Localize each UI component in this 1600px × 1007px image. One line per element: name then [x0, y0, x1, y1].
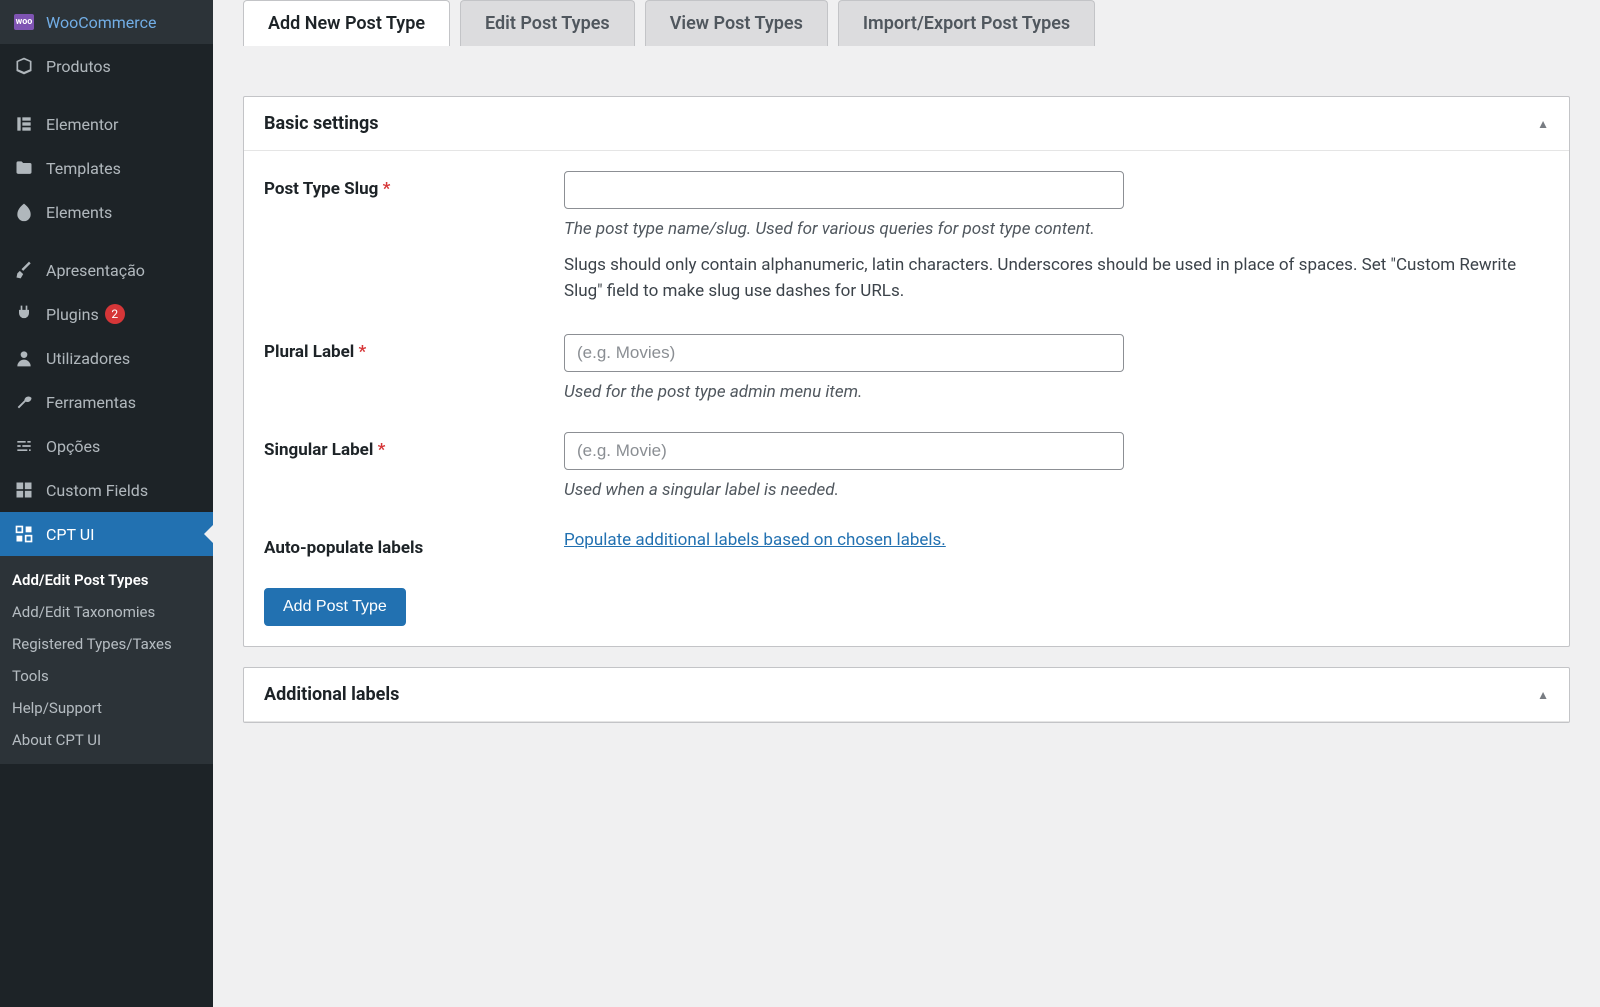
tab-view-post-types[interactable]: View Post Types — [645, 0, 828, 46]
sidebar-item-label: Ferramentas — [46, 393, 136, 412]
tab-import-export-post-types[interactable]: Import/Export Post Types — [838, 0, 1095, 46]
field-control: Used for the post type admin menu item. — [564, 334, 1549, 402]
sidebar-sub-registered-types-taxes[interactable]: Registered Types/Taxes — [0, 628, 213, 660]
sidebar-item-templates[interactable]: Templates — [0, 146, 213, 190]
field-help: Used when a singular label is needed. — [564, 480, 1549, 500]
sidebar-submenu: Add/Edit Post Types Add/Edit Taxonomies … — [0, 556, 213, 764]
tab-add-new-post-type[interactable]: Add New Post Type — [243, 0, 450, 46]
plugins-update-badge: 2 — [105, 304, 125, 324]
field-label: Post Type Slug * — [264, 171, 534, 199]
woocommerce-icon: woo — [12, 10, 36, 34]
required-indicator: * — [359, 342, 367, 362]
sidebar-item-label: WooCommerce — [46, 13, 156, 32]
panel-body: Post Type Slug * The post type name/slug… — [244, 151, 1569, 646]
user-icon — [12, 346, 36, 370]
sidebar-sub-tools[interactable]: Tools — [0, 660, 213, 692]
sidebar-item-label: Plugins — [46, 305, 99, 324]
post-type-slug-input[interactable] — [564, 171, 1124, 209]
sidebar-item-elementor[interactable]: Elementor — [0, 102, 213, 146]
sidebar-item-label: Templates — [46, 159, 121, 178]
field-help: Used for the post type admin menu item. — [564, 382, 1549, 402]
field-control: The post type name/slug. Used for variou… — [564, 171, 1549, 304]
panel-basic-settings: Basic settings ▲ Post Type Slug * The po… — [243, 96, 1570, 647]
required-indicator: * — [383, 179, 391, 199]
sidebar-item-opcoes[interactable]: Opções — [0, 424, 213, 468]
field-label: Singular Label * — [264, 432, 534, 460]
main-content: Add New Post Type Edit Post Types View P… — [213, 0, 1600, 1007]
sidebar-item-label: Custom Fields — [46, 481, 148, 500]
cpt-icon — [12, 522, 36, 546]
populate-labels-link[interactable]: Populate additional labels based on chos… — [564, 530, 946, 550]
sidebar-item-label: Elements — [46, 203, 112, 222]
elementor-icon — [12, 112, 36, 136]
add-post-type-button[interactable]: Add Post Type — [264, 588, 406, 626]
field-control: Used when a singular label is needed. — [564, 432, 1549, 500]
panel-title: Basic settings — [264, 113, 379, 134]
plug-icon — [12, 302, 36, 326]
panel-basic-settings-header[interactable]: Basic settings ▲ — [244, 97, 1569, 151]
tab-edit-post-types[interactable]: Edit Post Types — [460, 0, 635, 46]
sidebar-sub-add-edit-taxonomies[interactable]: Add/Edit Taxonomies — [0, 596, 213, 628]
tab-bar: Add New Post Type Edit Post Types View P… — [213, 0, 1600, 46]
field-control: Populate additional labels based on chos… — [564, 530, 1549, 550]
sidebar-item-label: CPT UI — [46, 525, 94, 544]
sidebar-item-label: Elementor — [46, 115, 118, 134]
admin-sidebar: woo WooCommerce Produtos Elementor Templ… — [0, 0, 213, 1007]
sidebar-item-cpt-ui[interactable]: CPT UI — [0, 512, 213, 556]
sidebar-item-produtos[interactable]: Produtos — [0, 44, 213, 88]
sidebar-item-utilizadores[interactable]: Utilizadores — [0, 336, 213, 380]
sidebar-sub-about-cpt-ui[interactable]: About CPT UI — [0, 724, 213, 756]
field-label: Auto-populate labels — [264, 530, 534, 558]
sidebar-item-label: Apresentação — [46, 261, 145, 280]
field-post-type-slug: Post Type Slug * The post type name/slug… — [264, 171, 1549, 304]
sidebar-item-label: Utilizadores — [46, 349, 130, 368]
leaf-icon — [12, 200, 36, 224]
chevron-up-icon: ▲ — [1537, 117, 1549, 131]
brush-icon — [12, 258, 36, 282]
sidebar-item-label: Opções — [46, 437, 100, 456]
chevron-up-icon: ▲ — [1537, 688, 1549, 702]
plural-label-input[interactable] — [564, 334, 1124, 372]
field-help: The post type name/slug. Used for variou… — [564, 219, 1549, 239]
required-indicator: * — [378, 440, 386, 460]
field-description: Slugs should only contain alphanumeric, … — [564, 253, 1549, 304]
folder-icon — [12, 156, 36, 180]
panel-additional-labels: Additional labels ▲ — [243, 667, 1570, 723]
field-singular-label: Singular Label * Used when a singular la… — [264, 432, 1549, 500]
panel-title: Additional labels — [264, 684, 399, 705]
sidebar-sub-help-support[interactable]: Help/Support — [0, 692, 213, 724]
field-label: Plural Label * — [264, 334, 534, 362]
sidebar-item-plugins[interactable]: Plugins 2 — [0, 292, 213, 336]
field-plural-label: Plural Label * Used for the post type ad… — [264, 334, 1549, 402]
sidebar-item-custom-fields[interactable]: Custom Fields — [0, 468, 213, 512]
box-icon — [12, 54, 36, 78]
sidebar-item-ferramentas[interactable]: Ferramentas — [0, 380, 213, 424]
sidebar-item-woocommerce[interactable]: woo WooCommerce — [0, 0, 213, 44]
singular-label-input[interactable] — [564, 432, 1124, 470]
panel-additional-labels-header[interactable]: Additional labels ▲ — [244, 668, 1569, 722]
sliders-icon — [12, 434, 36, 458]
field-auto-populate: Auto-populate labels Populate additional… — [264, 530, 1549, 558]
sidebar-sub-add-edit-post-types[interactable]: Add/Edit Post Types — [0, 564, 213, 596]
sidebar-item-elements[interactable]: Elements — [0, 190, 213, 234]
wrench-icon — [12, 390, 36, 414]
sidebar-item-label: Produtos — [46, 57, 111, 76]
grid-icon — [12, 478, 36, 502]
sidebar-item-apresentacao[interactable]: Apresentação — [0, 248, 213, 292]
